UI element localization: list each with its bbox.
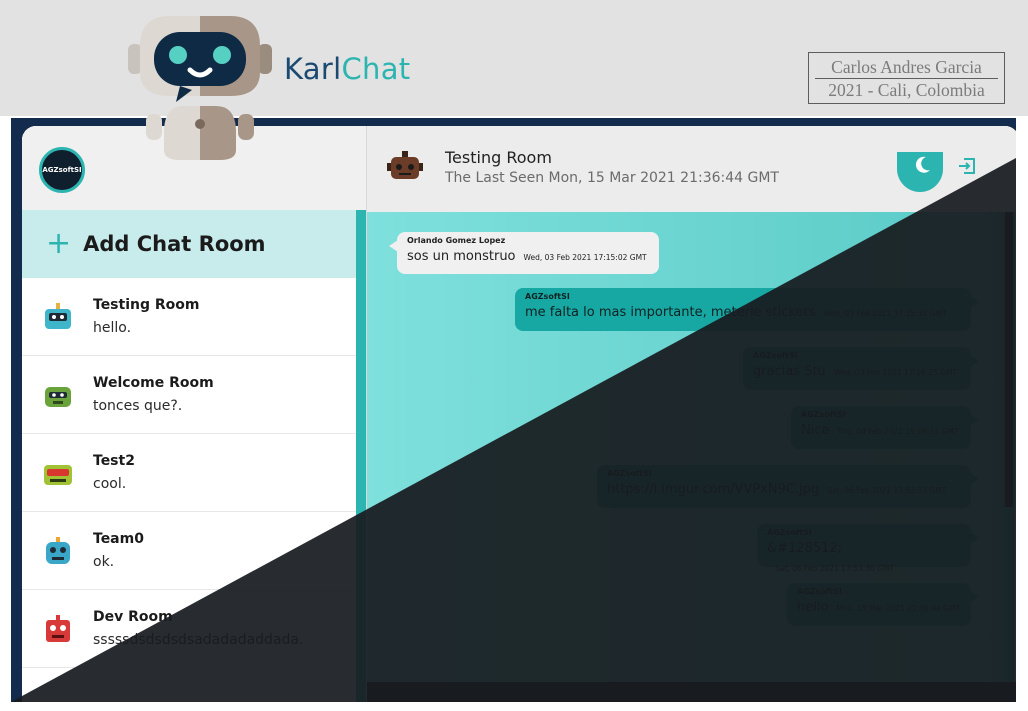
message-bubble: AGZsoftSI https://i.imgur.com/VVPxN9C.jp… [597,465,979,508]
brand-part1: Karl [284,52,342,86]
robot-avatar-icon [44,465,72,485]
chat-header: Testing Room The Last Seen Mon, 15 Mar 2… [367,126,1016,212]
room-last-message: tonces que?. [93,398,183,414]
robot-logo-icon [128,16,272,160]
brand-name: KarlChat [284,52,410,86]
sidebar: AGZsoftSI + Add Chat Room Testing Room h… [22,126,367,702]
message-author: AGZsoftSI [767,528,812,537]
user-avatar[interactable]: AGZsoftSI [39,147,85,193]
message-bubble: Orlando Gomez Lopez sos un monstruo Wed, … [389,232,659,274]
message-author: Orlando Gomez Lopez [407,236,506,245]
exit-icon[interactable] [957,156,977,176]
message-text: hello [797,600,829,615]
message-list: Orlando Gomez Lopez sos un monstruo Wed, … [367,212,1003,682]
message-author: AGZsoftSI [801,410,846,419]
room-item-welcome-room[interactable]: Welcome Room tonces que?. [22,356,356,434]
message-time: Wed, 03 Feb 2021 17:15:02 GMT [523,253,647,262]
message-input-bar [367,682,1016,702]
room-item-test2[interactable]: Test2 cool. [22,434,356,512]
message-author: AGZsoftSI [753,351,798,360]
message-text: https://i.imgur.com/VVPxN9C.jpg [607,482,820,497]
message-text: &#128512; [767,541,843,556]
room-item-dev-room[interactable]: Dev Room sssssdsdsdsdsadadadaddada. [22,590,356,668]
credit-year-place: 2021 - Cali, Colombia [828,80,985,100]
room-last-message: hello. [93,320,132,336]
scrollbar-thumb[interactable] [1005,212,1013,507]
last-seen: The Last Seen Mon, 15 Mar 2021 21:36:44 … [445,170,779,186]
room-last-message: sssssdsdsdsdsadadadaddada. [93,632,304,648]
message-bubble: AGZsoftSI &#128512; Sat, 06 Feb 2021 17:5… [757,524,979,573]
message-author: AGZsoftSI [607,469,652,478]
room-item-testing-room[interactable]: Testing Room hello. [22,278,356,356]
message-bubble: AGZsoftSI me falta lo mas importante, me… [515,288,979,331]
sidebar-scrollbar[interactable] [356,210,366,702]
message-author: AGZsoftSI [525,292,570,301]
room-name: Dev Room [93,609,173,625]
message-time: Thu, 04 Feb 2021 19:56:13 GMT [837,427,959,436]
chat-title: Testing Room [445,148,552,167]
room-item-team0[interactable]: Team0 ok. [22,512,356,590]
message-bubble: AGZsoftSI Nice Thu, 04 Feb 2021 19:56:13 … [791,406,979,449]
chat-app: AGZsoftSI + Add Chat Room Testing Room h… [22,126,1016,702]
robot-avatar-icon [45,387,71,407]
robot-avatar-icon [45,303,71,329]
room-list: Testing Room hello. Welcome Room tonces … [22,278,356,668]
robot-avatar-icon [46,615,70,642]
room-avatar-icon [387,151,423,179]
room-name: Testing Room [93,297,200,313]
credit-author: Carlos Andres Garcia [815,53,998,79]
robot-avatar-icon [46,537,70,564]
message-scrollbar[interactable] [1003,212,1015,682]
chat-panel: Testing Room The Last Seen Mon, 15 Mar 2… [367,126,1016,702]
app-frame: AGZsoftSI + Add Chat Room Testing Room h… [11,118,1016,702]
message-text: sos un monstruo [407,249,516,264]
message-author: AGZsoftSI [797,587,842,596]
message-text: gracias Stu [753,364,826,379]
room-last-message: ok. [93,554,115,570]
room-last-message: cool. [93,476,127,492]
message-bubble: AGZsoftSI gracias Stu Wed, 03 Feb 2021 17… [743,347,979,390]
message-time: Mon, 15 Mar 2021 21:36:44 GMT [836,604,960,613]
add-icon: + [46,226,72,261]
room-name: Test2 [93,453,135,469]
message-time: Sat, 06 Feb 2021 17:53:30 GMT [775,564,895,573]
room-name: Welcome Room [93,375,214,391]
moon-icon[interactable] [915,156,931,174]
message-time: Wed, 03 Feb 2021 17:16:25 GMT [833,368,957,377]
brand-part2: Chat [341,52,411,86]
message-bubble: AGZsoftSI hello Mon, 15 Mar 2021 21:36:44… [787,583,979,626]
message-text: Nice [801,423,830,438]
message-text: me falta lo mas importante, meterle stic… [525,305,816,320]
add-chat-room-button[interactable]: + Add Chat Room [22,210,356,278]
message-time: Sat, 06 Feb 2021 17:52:13 GMT [827,486,947,495]
message-time: Wed, 03 Feb 2021 17:15:32 GMT [823,309,947,318]
room-name: Team0 [93,531,144,547]
credit-box: Carlos Andres Garcia 2021 - Cali, Colomb… [808,52,1005,104]
add-chat-room-label: Add Chat Room [83,232,266,256]
